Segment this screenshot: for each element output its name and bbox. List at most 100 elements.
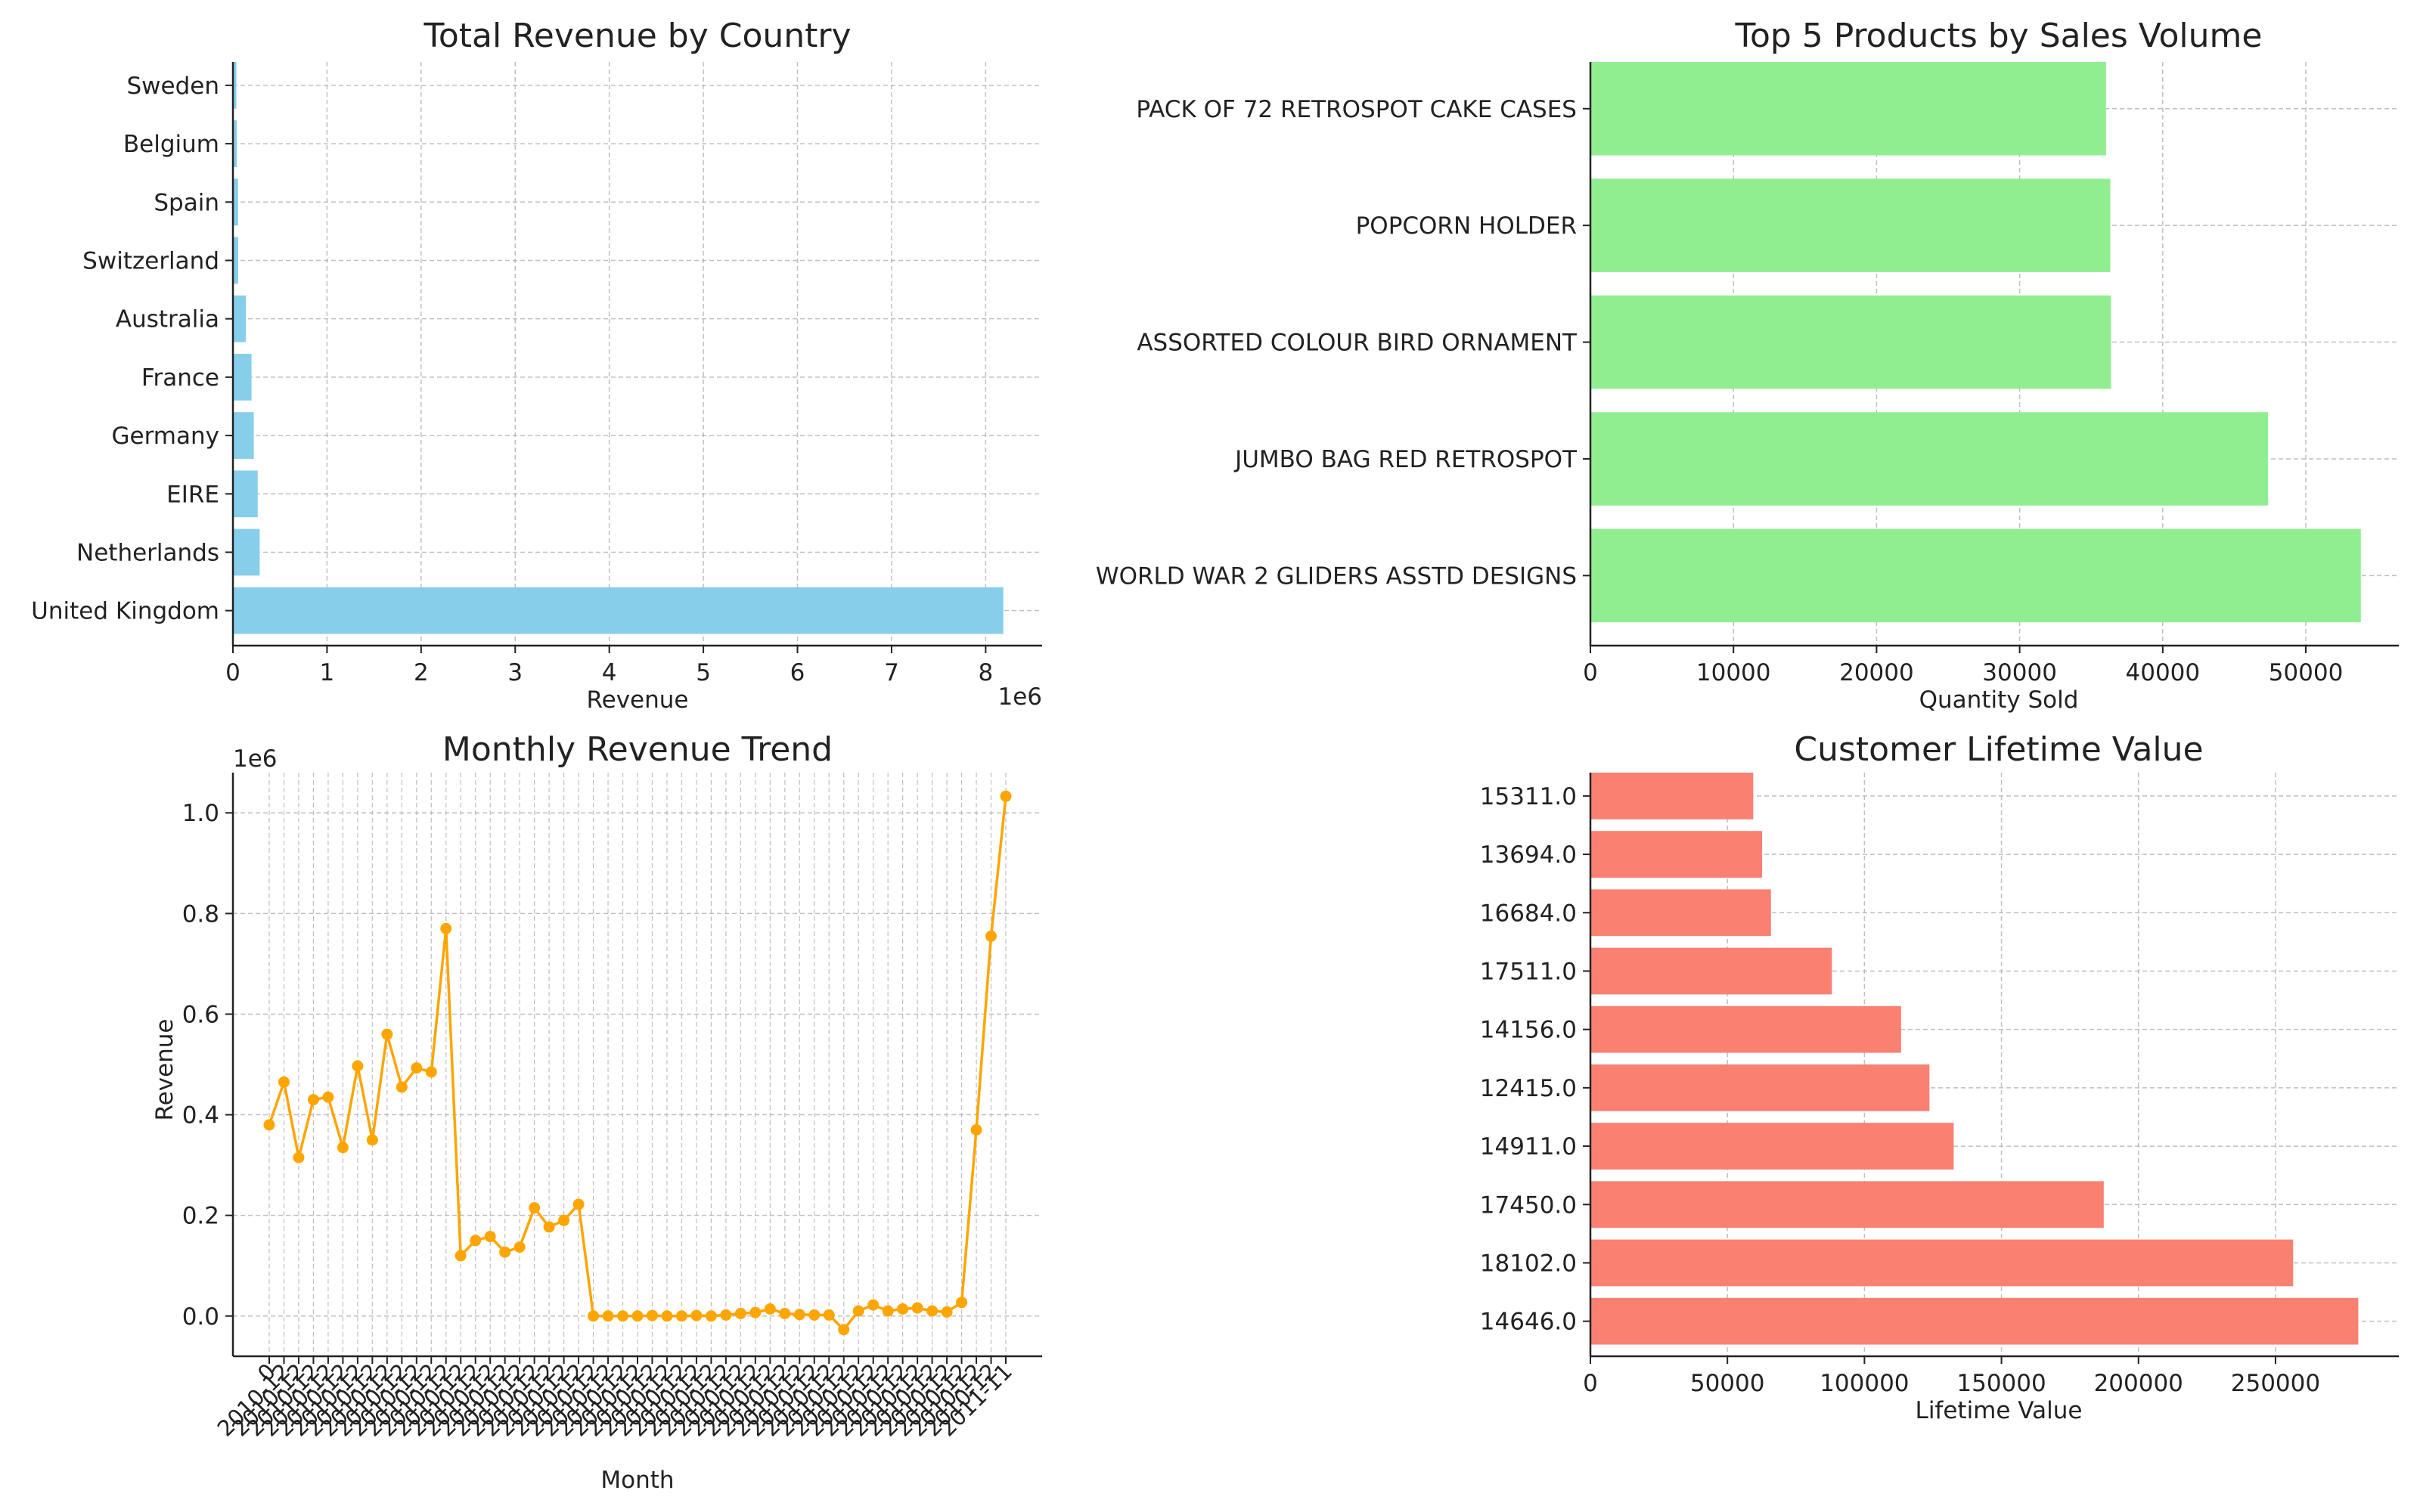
monthly-point (440, 922, 452, 934)
clv-bar (1590, 947, 1832, 995)
monthly-point (1000, 790, 1012, 802)
monthly-point (337, 1142, 349, 1154)
monthly-point (985, 930, 997, 942)
monthly-y-tick-label: 0.0 (182, 1303, 219, 1331)
country-x-offset-label: 1e6 (997, 683, 1042, 711)
monthly-point (263, 1119, 275, 1131)
products-y-tick-label: ASSORTED COLOUR BIRD ORNAMENT (1137, 330, 1578, 357)
products-x-tick-label: 50000 (2269, 659, 2344, 686)
monthly-point (897, 1303, 909, 1315)
clv-x-tick-label: 150000 (1956, 1370, 2046, 1397)
clv-bar (1590, 1005, 1901, 1053)
clv-chart-title: Customer Lifetime Value (1794, 730, 2203, 769)
clv-y-tick-label: 15311.0 (1480, 783, 1577, 810)
country-bar (233, 412, 254, 459)
monthly-y-axis-label: Revenue (151, 1018, 178, 1120)
monthly-point (956, 1297, 968, 1309)
products-x-tick-label: 40000 (2126, 659, 2201, 686)
clv-bar (1590, 1123, 1954, 1170)
country-x-tick-label: 7 (884, 659, 899, 686)
products-y-tick-label: JUMBO BAG RED RETROSPOT (1233, 446, 1578, 473)
monthly-point (941, 1306, 953, 1318)
monthly-point (455, 1250, 467, 1262)
monthly-point (307, 1094, 319, 1106)
clv-bar (1590, 1181, 2104, 1228)
monthly-point (543, 1221, 555, 1233)
country-x-tick-label: 4 (602, 659, 617, 686)
monthly-point (366, 1134, 378, 1146)
products-x-tick-label: 20000 (1839, 659, 1914, 686)
clv-x-tick-label: 50000 (1690, 1370, 1765, 1397)
customer-lifetime-value-chart: Customer Lifetime Value Lifetime Value 0… (1480, 730, 2399, 1424)
monthly-revenue-chart: Monthly Revenue Trend Month Revenue 1e6 … (151, 730, 1042, 1494)
country-bar (233, 528, 260, 576)
products-x-axis-label: Quantity Sold (1919, 686, 2079, 714)
monthly-point (690, 1309, 703, 1321)
monthly-point (867, 1299, 880, 1311)
monthly-point (558, 1214, 570, 1226)
products-x-tick-label: 10000 (1696, 659, 1771, 686)
country-bar (233, 470, 258, 518)
monthly-y-tick-label: 0.6 (182, 1001, 219, 1028)
country-x-axis-label: Revenue (586, 686, 688, 714)
country-y-tick-label: Australia (116, 306, 219, 333)
country-y-tick-label: Spain (154, 189, 219, 216)
monthly-chart-title: Monthly Revenue Trend (442, 730, 833, 769)
monthly-point (808, 1309, 821, 1321)
monthly-point (484, 1231, 496, 1243)
monthly-point (675, 1310, 687, 1322)
products-y-tick-label: POPCORN HOLDER (1356, 212, 1577, 240)
monthly-point (764, 1303, 776, 1315)
monthly-point (425, 1066, 437, 1078)
monthly-point (513, 1241, 526, 1253)
clv-y-tick-label: 12415.0 (1480, 1075, 1577, 1102)
products-x-tick-label: 30000 (1982, 659, 2057, 686)
monthly-point (838, 1324, 850, 1336)
monthly-y-tick-label: 1.0 (182, 800, 219, 827)
country-y-tick-label: France (141, 364, 219, 392)
monthly-point (852, 1305, 864, 1317)
country-y-tick-label: EIRE (166, 481, 219, 508)
monthly-point (646, 1309, 658, 1321)
country-y-tick-label: United Kingdom (31, 598, 219, 625)
products-bar (1590, 295, 2111, 389)
monthly-point (588, 1310, 600, 1322)
clv-y-tick-label: 13694.0 (1480, 841, 1577, 869)
monthly-y-tick-label: 0.8 (182, 900, 219, 928)
country-revenue-chart: Total Revenue by Country Revenue 1e6 0 1 2… (31, 17, 1042, 714)
clv-x-tick-label: 250000 (2231, 1370, 2320, 1397)
clv-x-tick-label: 100000 (1820, 1370, 1909, 1397)
country-bar (233, 587, 1004, 634)
country-x-tick-label: 0 (225, 659, 240, 686)
products-y-tick-label: WORLD WAR 2 GLIDERS ASSTD DESIGNS (1096, 562, 1577, 590)
products-sales-chart: Top 5 Products by Sales Volume Quantity … (1096, 17, 2399, 714)
monthly-point (322, 1091, 334, 1103)
country-y-tick-label: Netherlands (76, 539, 219, 566)
clv-bar (1590, 831, 1763, 878)
clv-x-tick-label: 0 (1583, 1370, 1598, 1397)
clv-bar (1590, 1064, 1930, 1111)
country-y-tick-label: Switzerland (82, 247, 219, 274)
monthly-point (911, 1302, 923, 1314)
monthly-x-axis-label: Month (600, 1467, 674, 1494)
monthly-y-offset-label: 1e6 (233, 745, 278, 773)
country-bar (233, 295, 247, 342)
monthly-point (499, 1246, 511, 1258)
clv-bar (1590, 773, 1754, 820)
monthly-point (352, 1060, 364, 1072)
clv-y-tick-label: 14646.0 (1480, 1309, 1577, 1336)
monthly-point (779, 1307, 791, 1319)
monthly-point (823, 1309, 835, 1321)
monthly-y-tick-label: 0.2 (182, 1203, 219, 1230)
products-bar (1590, 412, 2269, 506)
monthly-point (631, 1310, 644, 1322)
monthly-point (572, 1198, 585, 1210)
clv-y-tick-label: 17511.0 (1480, 958, 1577, 985)
country-y-tick-label: Belgium (123, 131, 219, 158)
monthly-point (396, 1081, 408, 1093)
monthly-point (720, 1309, 732, 1321)
products-bar (1590, 178, 2111, 272)
country-x-tick-label: 8 (978, 659, 993, 686)
monthly-point (617, 1310, 629, 1322)
products-x-tick-label: 0 (1583, 659, 1598, 686)
